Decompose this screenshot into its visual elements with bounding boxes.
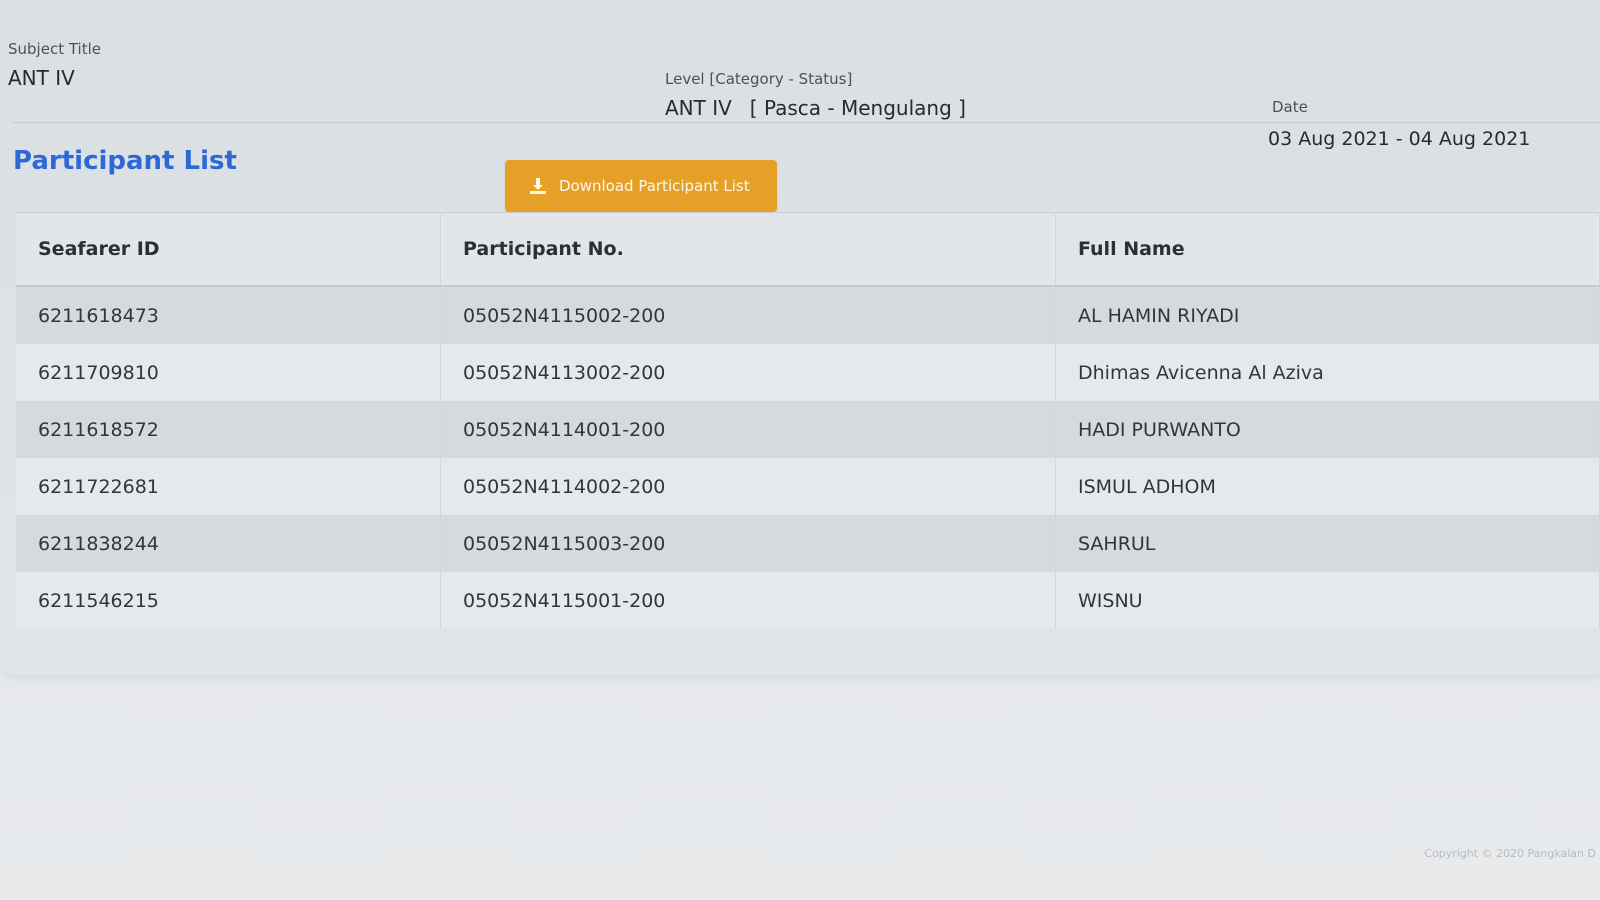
participant-no-cell: 05052N4115002-200 [440,286,1056,344]
full-name-cell: SAHRUL [1055,515,1600,572]
seafarer-id-cell: 6211709810 [16,344,441,401]
full-name-cell: AL HAMIN RIYADI [1055,286,1600,344]
level-value: ANT IV [665,96,732,120]
participant-table: Seafarer ID Participant No. Full Name 62… [16,212,1600,629]
column-header-full-name: Full Name [1055,212,1600,287]
date-value: 03 Aug 2021 - 04 Aug 2021 [1268,128,1531,150]
full-name-cell: ISMUL ADHOM [1055,458,1600,515]
level-label: Level [Category - Status] [665,70,853,88]
participant-no-cell: 05052N4113002-200 [440,344,1056,401]
column-header-seafarer-id: Seafarer ID [16,212,441,287]
participant-card: Subject Title ANT IV Level [Category - S… [0,0,1600,675]
header-divider [12,122,1600,123]
seafarer-id-cell: 6211618473 [16,286,441,344]
seafarer-id-cell: 6211618572 [16,401,441,458]
full-name-cell: Dhimas Avicenna Al Aziva [1055,344,1600,401]
table-row: 6211838244 05052N4115003-200 SAHRUL [16,515,1600,572]
table-row: 6211722681 05052N4114002-200 ISMUL ADHOM [16,458,1600,515]
level-value-group: ANT IV [ Pasca - Mengulang ] [665,96,966,120]
subject-title-value: ANT IV [8,66,75,90]
table-row: 6211618572 05052N4114001-200 HADI PURWAN… [16,401,1600,458]
participant-no-cell: 05052N4114002-200 [440,458,1056,515]
download-button-label: Download Participant List [559,177,750,195]
download-icon [529,177,547,195]
copyright-text: Copyright © 2020 Pangkalan D [1424,847,1596,860]
table-row: 6211618473 05052N4115002-200 AL HAMIN RI… [16,286,1600,344]
level-status: [ Pasca - Mengulang ] [749,96,966,120]
table-row: 6211709810 05052N4113002-200 Dhimas Avic… [16,344,1600,401]
subject-title-label: Subject Title [8,40,101,58]
seafarer-id-cell: 6211546215 [16,572,441,629]
full-name-cell: HADI PURWANTO [1055,401,1600,458]
seafarer-id-cell: 6211722681 [16,458,441,515]
participant-list-title: Participant List [13,146,237,176]
table-header-row: Seafarer ID Participant No. Full Name [16,212,1600,287]
date-label: Date [1272,98,1308,116]
participant-no-cell: 05052N4114001-200 [440,401,1056,458]
table-row: 6211546215 05052N4115001-200 WISNU [16,572,1600,629]
download-participant-list-button[interactable]: Download Participant List [505,160,777,212]
seafarer-id-cell: 6211838244 [16,515,441,572]
full-name-cell: WISNU [1055,572,1600,629]
column-header-participant-no: Participant No. [440,212,1056,287]
participant-no-cell: 05052N4115003-200 [440,515,1056,572]
participant-no-cell: 05052N4115001-200 [440,572,1056,629]
